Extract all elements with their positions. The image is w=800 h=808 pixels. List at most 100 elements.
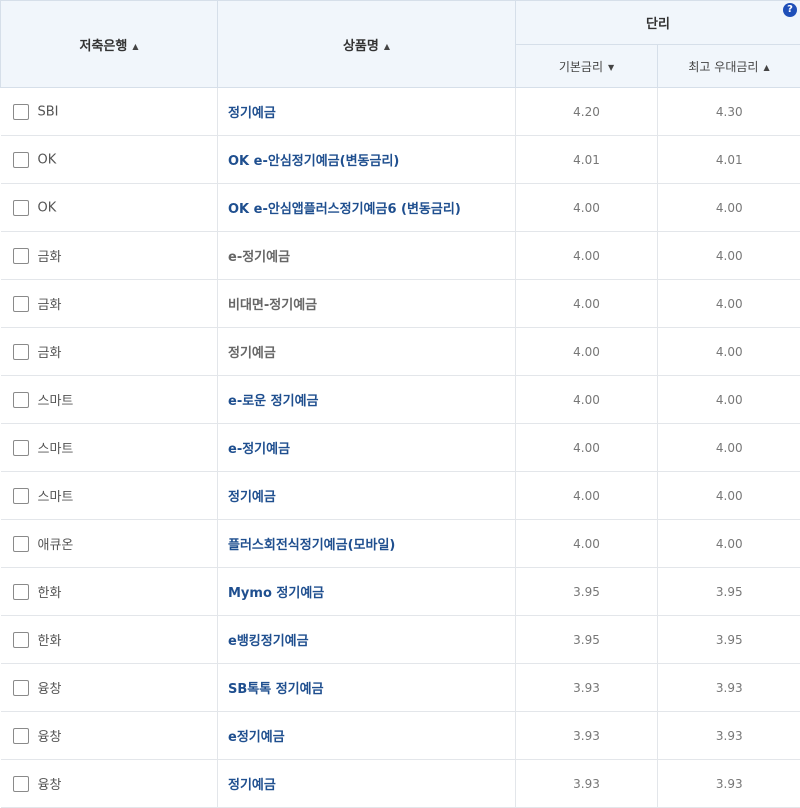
bank-name: 융창 — [38, 778, 62, 793]
row-checkbox[interactable] — [13, 536, 29, 552]
bank-name: SBI — [38, 104, 59, 119]
sort-asc-icon[interactable]: ▲ — [132, 42, 138, 51]
col-header-product[interactable]: 상품명 ▲ — [218, 1, 516, 88]
row-checkbox[interactable] — [13, 392, 29, 408]
product-name-link[interactable]: e뱅킹정기예금 — [218, 616, 516, 664]
sort-asc-icon[interactable]: ▲ — [384, 42, 390, 51]
row-checkbox[interactable] — [13, 440, 29, 456]
base-rate-value: 4.00 — [516, 376, 658, 424]
row-checkbox[interactable] — [13, 200, 29, 216]
row-checkbox[interactable] — [13, 152, 29, 168]
row-checkbox[interactable] — [13, 248, 29, 264]
product-name-link[interactable]: e-정기예금 — [218, 232, 516, 280]
table-row: 금화정기예금4.004.00 — [1, 328, 800, 376]
table-row: 스마트e-로운 정기예금4.004.00 — [1, 376, 800, 424]
bank-name: OK — [38, 152, 57, 167]
max-rate-value: 3.95 — [658, 568, 800, 616]
bank-cell: 금화 — [1, 328, 218, 376]
col-header-base-rate[interactable]: 기본금리 ▼ — [516, 45, 658, 88]
row-checkbox[interactable] — [13, 632, 29, 648]
base-rate-value: 3.95 — [516, 616, 658, 664]
table-row: 금화e-정기예금4.004.00 — [1, 232, 800, 280]
product-name-link[interactable]: 정기예금 — [218, 88, 516, 136]
table-row: 한화e뱅킹정기예금3.953.95 — [1, 616, 800, 664]
product-name-link[interactable]: Mymo 정기예금 — [218, 568, 516, 616]
bank-cell: 한화 — [1, 616, 218, 664]
row-checkbox[interactable] — [13, 728, 29, 744]
product-name-link[interactable]: SB톡톡 정기예금 — [218, 664, 516, 712]
deposit-rate-table-panel: ? 저축은행 ▲ 상품명 ▲ 단리 기본금리 ▼ 최고 우대금리▲ — [0, 0, 800, 806]
max-rate-value: 3.93 — [658, 712, 800, 760]
col-header-bank[interactable]: 저축은행 ▲ — [1, 1, 218, 88]
col-header-base-rate-label: 기본금리 — [559, 60, 603, 74]
max-rate-value: 4.00 — [658, 472, 800, 520]
bank-cell: 융창 — [1, 664, 218, 712]
bank-name: 스마트 — [38, 442, 74, 457]
bank-cell: 애큐온 — [1, 520, 218, 568]
sort-asc-icon[interactable]: ▲ — [763, 63, 769, 72]
table-row: 융창SB톡톡 정기예금3.933.93 — [1, 664, 800, 712]
table-row: 한화Mymo 정기예금3.953.95 — [1, 568, 800, 616]
product-name-link[interactable]: 비대면-정기예금 — [218, 280, 516, 328]
bank-name: 융창 — [38, 682, 62, 697]
max-rate-value: 3.93 — [658, 760, 800, 808]
max-rate-value: 4.00 — [658, 520, 800, 568]
bank-name: OK — [38, 200, 57, 215]
max-rate-value: 4.00 — [658, 376, 800, 424]
bank-name: 금화 — [38, 250, 62, 265]
col-header-bank-label: 저축은행 — [80, 39, 128, 54]
bank-cell: 금화 — [1, 232, 218, 280]
col-group-simple-interest: 단리 — [516, 1, 800, 45]
help-icon[interactable]: ? — [783, 3, 797, 17]
base-rate-value: 4.00 — [516, 280, 658, 328]
bank-cell: OK — [1, 136, 218, 184]
base-rate-value: 3.95 — [516, 568, 658, 616]
row-checkbox[interactable] — [13, 104, 29, 120]
table-row: SBI 정기예금4.204.30 — [1, 88, 800, 136]
table-row: OKOK e-안심앱플러스정기예금6 (변동금리)4.004.00 — [1, 184, 800, 232]
bank-name: 애큐온 — [38, 538, 74, 553]
row-checkbox[interactable] — [13, 488, 29, 504]
col-header-product-label: 상품명 — [343, 39, 379, 54]
product-name-link[interactable]: 정기예금 — [218, 472, 516, 520]
product-name-link[interactable]: OK e-안심앱플러스정기예금6 (변동금리) — [218, 184, 516, 232]
bank-cell: 융창 — [1, 712, 218, 760]
row-checkbox[interactable] — [13, 344, 29, 360]
col-group-simple-interest-label: 단리 — [646, 17, 670, 32]
table-body: SBI정기예금4.204.30OKOK e-안심정기예금(변동금리)4.014.… — [1, 88, 800, 808]
product-name-link[interactable]: 정기예금 — [218, 328, 516, 376]
bank-name: 융창 — [38, 730, 62, 745]
product-name-link[interactable]: e-정기예금 — [218, 424, 516, 472]
sort-desc-icon[interactable]: ▼ — [608, 63, 614, 72]
product-name-link[interactable]: e-로운 정기예금 — [218, 376, 516, 424]
product-name-link[interactable]: e정기예금 — [218, 712, 516, 760]
table-row: 융창정기예금3.933.93 — [1, 760, 800, 808]
base-rate-value: 4.00 — [516, 328, 658, 376]
col-header-max-rate[interactable]: 최고 우대금리▲ — [658, 45, 800, 88]
max-rate-value: 4.30 — [658, 88, 800, 136]
max-rate-value: 4.01 — [658, 136, 800, 184]
product-name-link[interactable]: OK e-안심정기예금(변동금리) — [218, 136, 516, 184]
max-rate-value: 4.00 — [658, 184, 800, 232]
max-rate-value: 4.00 — [658, 328, 800, 376]
base-rate-value: 4.00 — [516, 520, 658, 568]
max-rate-value: 4.00 — [658, 280, 800, 328]
row-checkbox[interactable] — [13, 680, 29, 696]
bank-cell: 스마트 — [1, 424, 218, 472]
row-checkbox[interactable] — [13, 584, 29, 600]
table-row: 금화비대면-정기예금4.004.00 — [1, 280, 800, 328]
table-row: OKOK e-안심정기예금(변동금리)4.014.01 — [1, 136, 800, 184]
base-rate-value: 3.93 — [516, 664, 658, 712]
max-rate-value: 4.00 — [658, 424, 800, 472]
product-name-link[interactable]: 정기예금 — [218, 760, 516, 808]
base-rate-value: 4.00 — [516, 472, 658, 520]
base-rate-value: 4.00 — [516, 424, 658, 472]
bank-name: 금화 — [38, 346, 62, 361]
table-row: 애큐온플러스회전식정기예금(모바일)4.004.00 — [1, 520, 800, 568]
product-name-link[interactable]: 플러스회전식정기예금(모바일) — [218, 520, 516, 568]
row-checkbox[interactable] — [13, 776, 29, 792]
row-checkbox[interactable] — [13, 296, 29, 312]
bank-name: 금화 — [38, 298, 62, 313]
base-rate-value: 3.93 — [516, 712, 658, 760]
base-rate-value: 4.20 — [516, 88, 658, 136]
